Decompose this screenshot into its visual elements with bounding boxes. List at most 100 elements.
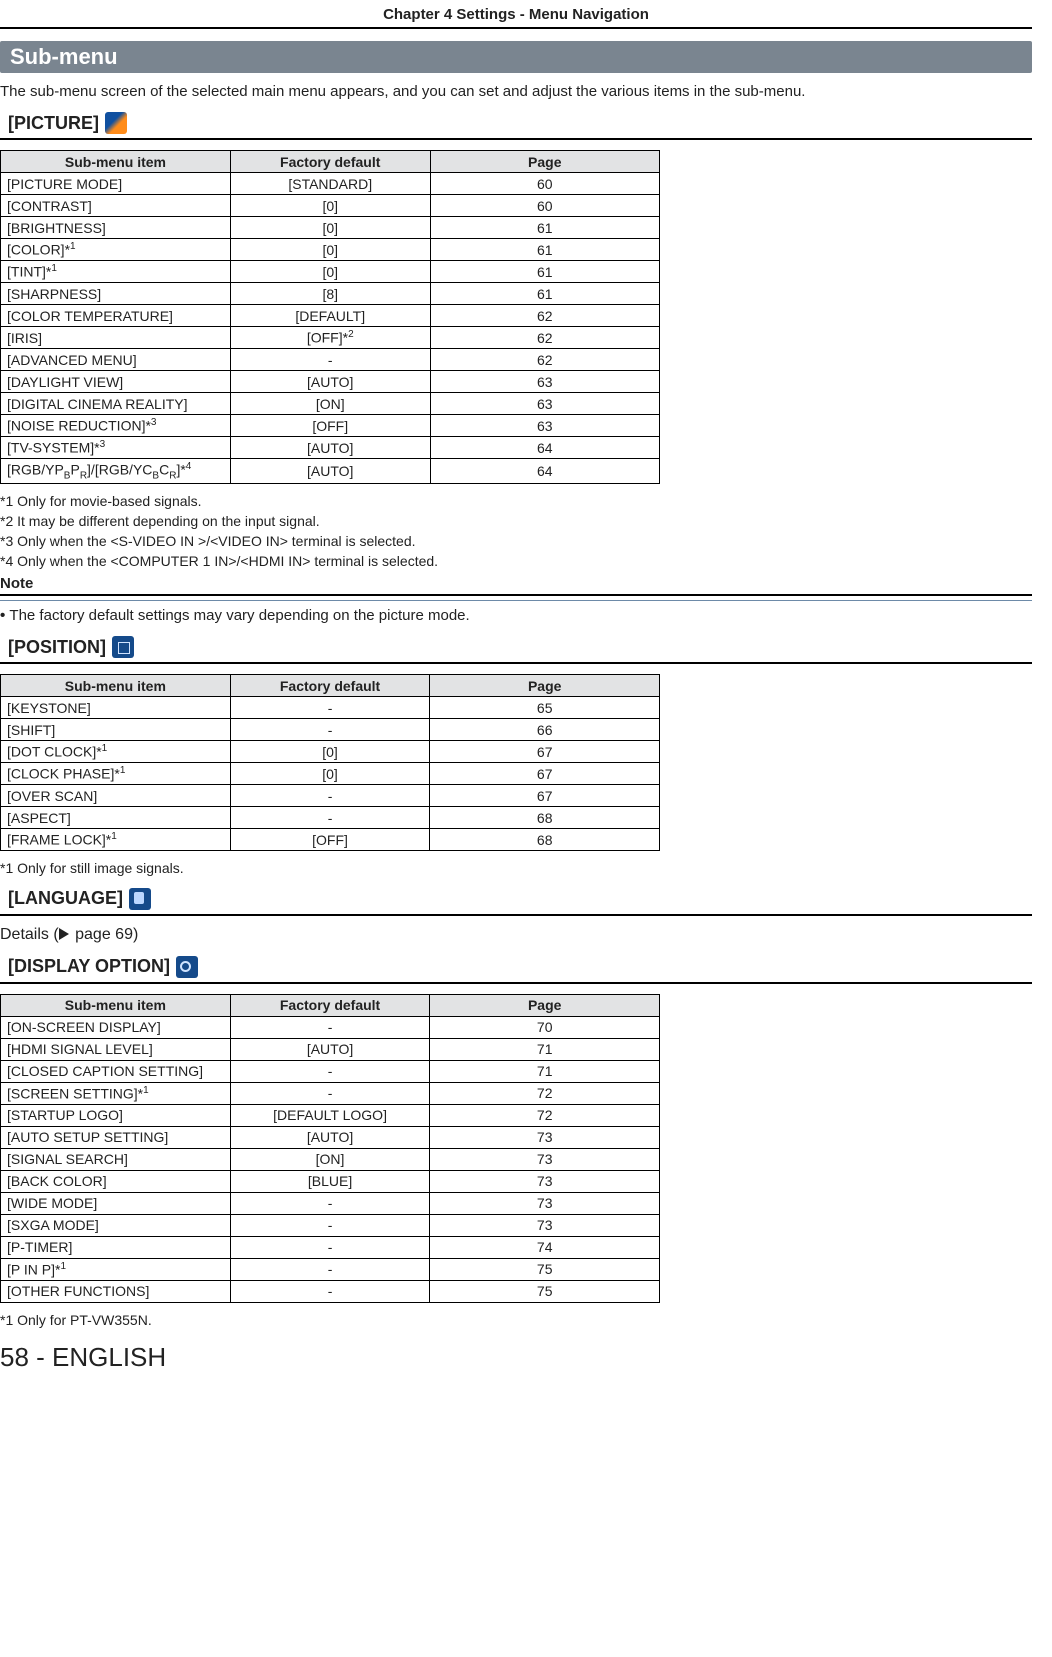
th-default: Factory default [230,151,430,173]
table-cell-default: - [230,1214,430,1236]
table-cell-default: [0] [230,763,430,785]
table-cell-default: - [230,1082,430,1104]
table-cell-item: [COLOR]*1 [1,239,231,261]
table-row: [HDMI SIGNAL LEVEL][AUTO]71 [1,1038,660,1060]
table-cell-item: [SCREEN SETTING]*1 [1,1082,231,1104]
table-cell-page: 61 [430,283,659,305]
table-cell-item: [RGB/YPBPR]/[RGB/YCBCR]*4 [1,459,231,484]
language-details: Details ( page 69) [0,926,1032,944]
table-cell-item: [ASPECT] [1,807,231,829]
table-cell-page: 67 [430,763,660,785]
table-row: [NOISE REDUCTION]*3[OFF]63 [1,415,660,437]
table-cell-item: [TINT]*1 [1,261,231,283]
footnote-line: *2 It may be different depending on the … [0,512,1032,531]
table-cell-default: [OFF] [230,829,430,851]
table-cell-item: [NOISE REDUCTION]*3 [1,415,231,437]
footnote-line: *1 Only for movie-based signals. [0,492,1032,511]
table-cell-page: 70 [430,1016,660,1038]
table-cell-page: 73 [430,1126,660,1148]
table-cell-page: 75 [430,1280,660,1302]
section-display-option-label: [DISPLAY OPTION] [8,956,170,977]
table-cell-item: [P-TIMER] [1,1236,231,1258]
table-cell-page: 73 [430,1170,660,1192]
table-cell-default: [AUTO] [230,1126,430,1148]
table-cell-item: [OTHER FUNCTIONS] [1,1280,231,1302]
table-row: [DOT CLOCK]*1[0]67 [1,741,660,763]
language-icon [129,888,151,910]
table-row: [WIDE MODE]-73 [1,1192,660,1214]
table-cell-default: [AUTO] [230,437,430,459]
table-cell-default: [0] [230,741,430,763]
table-cell-item: [P IN P]*1 [1,1258,231,1280]
page-footer: 58 - ENGLISH [0,1342,1032,1373]
table-row: [ADVANCED MENU]-62 [1,349,660,371]
table-cell-default: [OFF]*2 [230,327,430,349]
submenu-title: Sub-menu [0,41,1032,73]
chapter-header: Chapter 4 Settings - Menu Navigation [0,0,1032,29]
table-row: [CLOSED CAPTION SETTING]-71 [1,1060,660,1082]
table-cell-default: - [230,697,430,719]
table-cell-default: - [230,1192,430,1214]
table-cell-page: 61 [430,239,659,261]
table-row: [FRAME LOCK]*1[OFF]68 [1,829,660,851]
section-language-heading: [LANGUAGE] [0,886,1032,916]
table-cell-item: [BACK COLOR] [1,1170,231,1192]
table-row: [KEYSTONE]-65 [1,697,660,719]
table-row: [STARTUP LOGO][DEFAULT LOGO]72 [1,1104,660,1126]
table-cell-default: [OFF] [230,415,430,437]
th-default: Factory default [230,675,430,697]
footnote-line: *1 Only for still image signals. [0,859,1032,878]
table-cell-page: 74 [430,1236,660,1258]
table-row: [TINT]*1[0]61 [1,261,660,283]
th-page: Page [430,675,660,697]
table-cell-page: 61 [430,217,659,239]
table-cell-page: 68 [430,829,660,851]
table-cell-page: 63 [430,415,659,437]
table-row: [OTHER FUNCTIONS]-75 [1,1280,660,1302]
table-cell-item: [IRIS] [1,327,231,349]
table-cell-page: 72 [430,1082,660,1104]
table-row: [SIGNAL SEARCH][ON]73 [1,1148,660,1170]
section-display-option-heading: [DISPLAY OPTION] [0,954,1032,984]
table-cell-default: [8] [230,283,430,305]
table-cell-page: 72 [430,1104,660,1126]
table-cell-item: [TV-SYSTEM]*3 [1,437,231,459]
th-item: Sub-menu item [1,994,231,1016]
table-cell-default: - [230,1258,430,1280]
table-cell-page: 61 [430,261,659,283]
table-row: [OVER SCAN]-67 [1,785,660,807]
table-cell-default: [AUTO] [230,459,430,484]
table-cell-page: 67 [430,785,660,807]
footnote-line: *1 Only for PT-VW355N. [0,1311,1032,1330]
table-row: [P IN P]*1-75 [1,1258,660,1280]
table-cell-page: 67 [430,741,660,763]
th-default: Factory default [230,994,430,1016]
table-row: [SCREEN SETTING]*1-72 [1,1082,660,1104]
table-header-row: Sub-menu item Factory default Page [1,675,660,697]
table-cell-default: - [230,1016,430,1038]
table-cell-item: [DAYLIGHT VIEW] [1,371,231,393]
table-cell-item: [ADVANCED MENU] [1,349,231,371]
table-cell-item: [STARTUP LOGO] [1,1104,231,1126]
table-cell-default: [ON] [230,393,430,415]
table-row: [COLOR TEMPERATURE][DEFAULT]62 [1,305,660,327]
table-cell-item: [FRAME LOCK]*1 [1,829,231,851]
table-cell-item: [COLOR TEMPERATURE] [1,305,231,327]
table-cell-item: [ON-SCREEN DISPLAY] [1,1016,231,1038]
table-cell-default: [0] [230,217,430,239]
table-row: [SXGA MODE]-73 [1,1214,660,1236]
display-option-icon [176,956,198,978]
section-picture-label: [PICTURE] [8,113,99,134]
table-cell-item: [CLOCK PHASE]*1 [1,763,231,785]
table-cell-page: 62 [430,349,659,371]
table-cell-item: [SXGA MODE] [1,1214,231,1236]
table-cell-default: - [230,807,430,829]
table-cell-default: [ON] [230,1148,430,1170]
picture-footnotes: *1 Only for movie-based signals.*2 It ma… [0,492,1032,571]
table-cell-page: 71 [430,1060,660,1082]
table-row: [CLOCK PHASE]*1[0]67 [1,763,660,785]
section-language-label: [LANGUAGE] [8,888,123,909]
table-cell-item: [SIGNAL SEARCH] [1,1148,231,1170]
table-row: [P-TIMER]-74 [1,1236,660,1258]
section-picture-heading: [PICTURE] [0,110,1032,140]
